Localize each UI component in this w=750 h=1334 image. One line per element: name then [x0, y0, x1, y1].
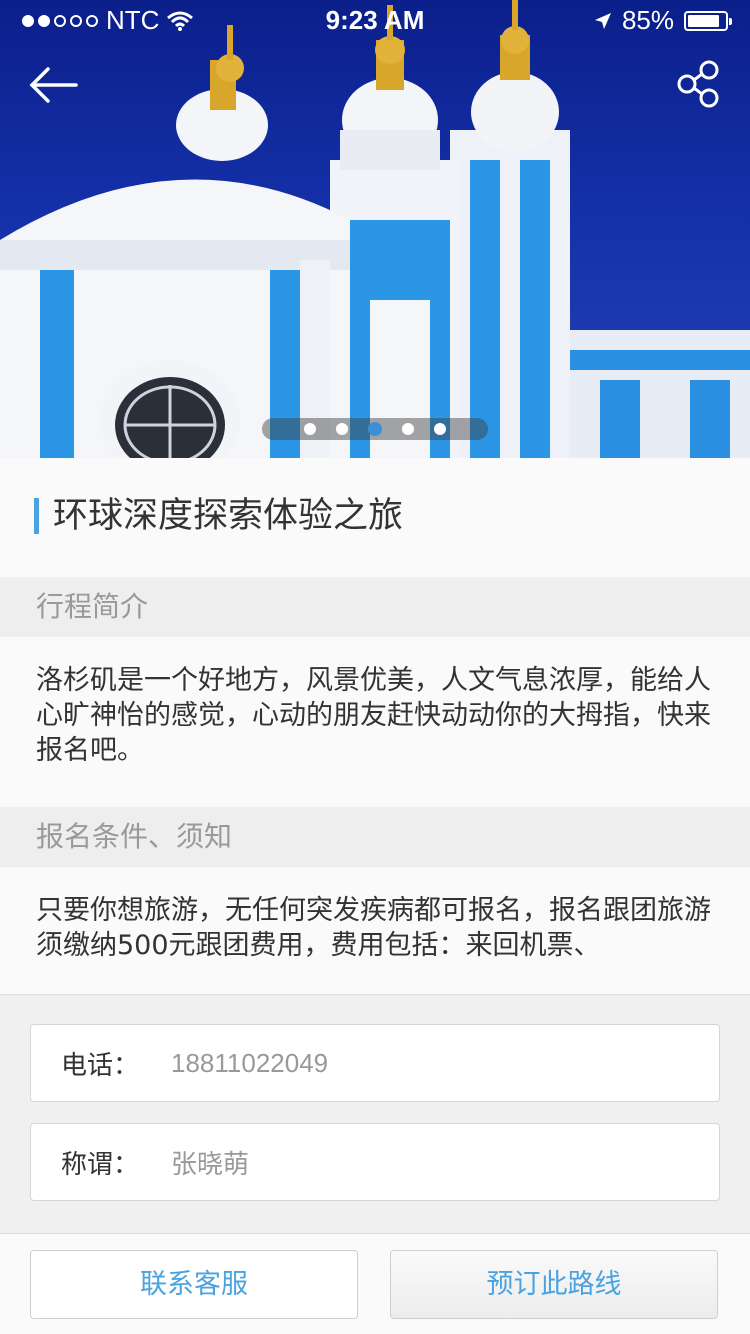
name-value[interactable]: 张晓萌 [171, 1144, 249, 1181]
pager-dot[interactable] [434, 423, 446, 435]
back-button[interactable] [28, 62, 78, 108]
carousel-pager[interactable] [262, 418, 488, 440]
share-icon [677, 60, 719, 108]
phone-value[interactable]: 18811022049 [171, 1048, 328, 1079]
name-field[interactable]: 称谓： 张晓萌 [30, 1123, 720, 1201]
pager-dot[interactable] [368, 422, 382, 436]
pager-dot[interactable] [402, 423, 414, 435]
hero-image[interactable]: NTC 9:23 AM 85% [0, 0, 750, 458]
intro-heading: 行程简介 [0, 577, 750, 637]
footer-actions: 联系客服 预订此路线 [0, 1233, 750, 1334]
battery-icon [684, 10, 732, 31]
phone-label: 电话： [61, 1050, 140, 1081]
share-button[interactable] [676, 60, 722, 108]
conditions-heading: 报名条件、须知 [0, 807, 750, 867]
battery-percentage: 85% [621, 5, 674, 35]
book-route-button[interactable]: 预订此路线 [390, 1250, 718, 1319]
contact-service-button[interactable]: 联系客服 [30, 1250, 358, 1319]
pager-dot[interactable] [304, 423, 316, 435]
location-arrow-icon [594, 12, 611, 29]
name-label: 称谓： [61, 1149, 140, 1180]
trip-title-section: 环球深度探索体验之旅 [0, 458, 750, 577]
phone-field[interactable]: 电话： 18811022049 [30, 1024, 720, 1102]
arrow-left-icon [29, 67, 78, 103]
trip-title: 环球深度探索体验之旅 [34, 498, 403, 534]
cathedral-image [0, 0, 750, 458]
status-bar: NTC 9:23 AM 85% [0, 0, 750, 40]
contact-form: 电话： 18811022049 称谓： 张晓萌 [0, 995, 750, 1234]
pager-dot[interactable] [336, 423, 348, 435]
conditions-text: 只要你想旅游，无任何突发疾病都可报名，报名跟团旅游须缴纳500元跟团费用，费用包… [0, 867, 750, 995]
intro-text: 洛杉矶是一个好地方，风景优美，人文气息浓厚，能给人心旷神怡的感觉，心动的朋友赶快… [0, 637, 750, 807]
